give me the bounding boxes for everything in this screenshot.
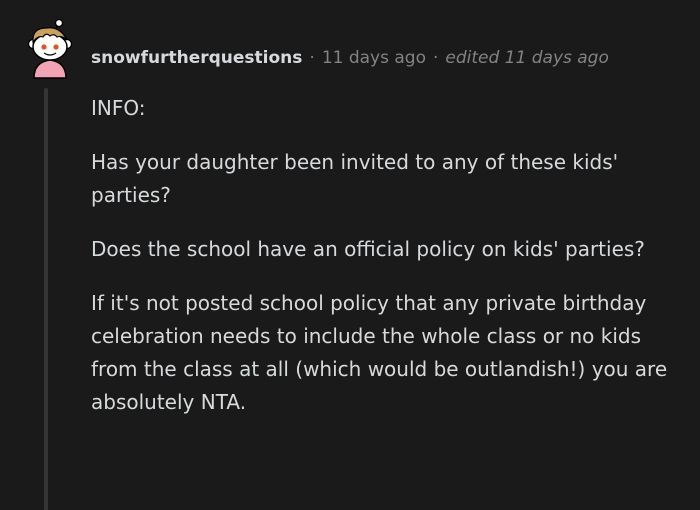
verdict-paragraph: If it's not posted school policy that an… bbox=[91, 291, 668, 414]
separator-dot: · bbox=[433, 48, 439, 68]
comment-body: INFO: Has your daughter been invited to … bbox=[91, 92, 686, 419]
timestamp-link[interactable]: 11 days ago bbox=[322, 48, 426, 68]
question-paragraph: Has your daughter been invited to any of… bbox=[91, 150, 619, 207]
comment: snowfurtherquestions · 11 days ago · edi… bbox=[0, 0, 700, 510]
avatar[interactable] bbox=[24, 18, 76, 80]
edited-label: edited 11 days ago bbox=[445, 48, 608, 68]
edited-prefix: edited bbox=[445, 48, 500, 68]
question-paragraph: Does the school have an official policy … bbox=[91, 237, 645, 261]
username-link[interactable]: snowfurtherquestions bbox=[91, 48, 302, 68]
info-paragraph: INFO: bbox=[91, 96, 146, 120]
edited-time: 11 days ago bbox=[504, 48, 609, 68]
comment-header: snowfurtherquestions · 11 days ago · edi… bbox=[91, 44, 609, 72]
snoo-avatar-icon bbox=[27, 18, 73, 79]
thread-collapse-line[interactable] bbox=[44, 88, 48, 510]
separator-dot: · bbox=[309, 48, 315, 68]
